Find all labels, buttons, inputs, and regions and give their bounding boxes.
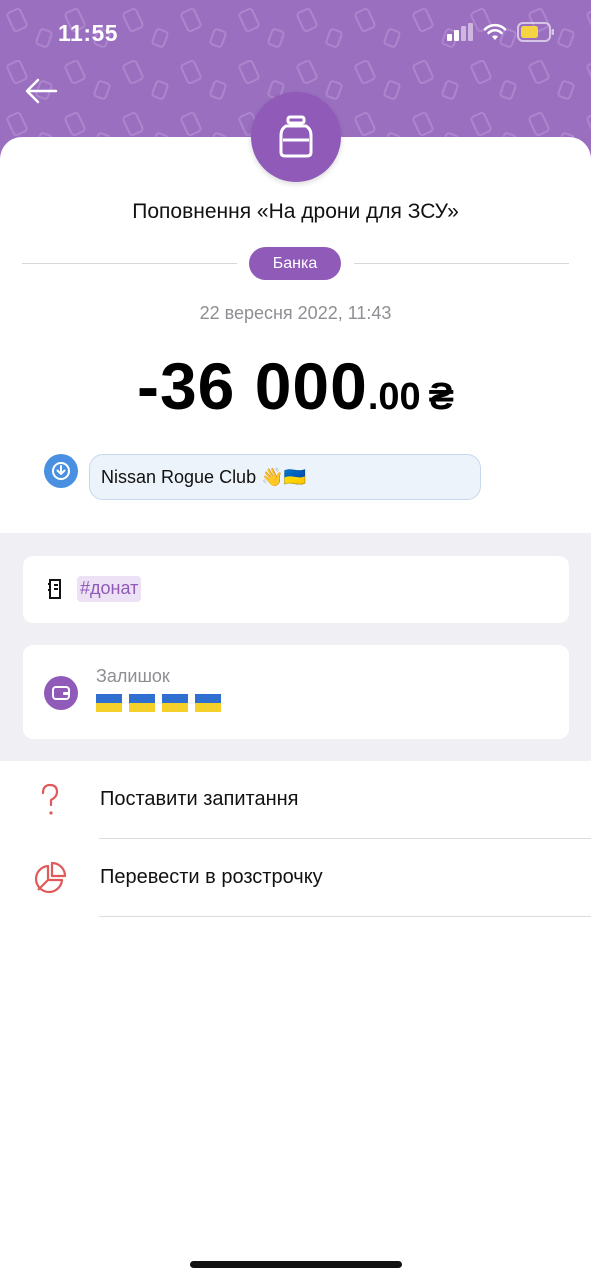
question-icon bbox=[41, 783, 59, 815]
back-button[interactable] bbox=[22, 72, 62, 112]
wallet-icon bbox=[44, 676, 78, 710]
home-indicator[interactable] bbox=[190, 1261, 402, 1268]
amount-integer: -36 000 bbox=[136, 349, 368, 423]
comment-bubble: Nissan Rogue Club 👋🇺🇦 bbox=[89, 454, 481, 500]
tag-card[interactable]: #донат bbox=[23, 556, 569, 623]
arrow-left-icon bbox=[25, 78, 58, 104]
installments-label: Перевести в розстрочку bbox=[100, 866, 323, 888]
balance-value bbox=[96, 694, 221, 712]
currency-symbol: ₴ bbox=[428, 376, 455, 418]
transaction-amount: -36 000.00 ₴ bbox=[0, 348, 591, 424]
flag-ua-icon bbox=[96, 694, 122, 712]
category-avatar bbox=[251, 92, 341, 182]
battery-icon bbox=[517, 22, 554, 42]
balance-label: Залишок bbox=[96, 666, 170, 686]
divider-left bbox=[22, 263, 237, 264]
ask-question-row[interactable]: Поставити запитання bbox=[0, 761, 591, 839]
balance-card: Залишок bbox=[23, 645, 569, 739]
jar-icon bbox=[279, 115, 313, 158]
ask-question-label: Поставити запитання bbox=[100, 788, 299, 810]
comment-icon bbox=[44, 454, 78, 488]
transaction-title: Поповнення «На дрони для ЗСУ» bbox=[132, 200, 459, 223]
download-arrow-icon bbox=[52, 462, 70, 480]
flag-ua-icon bbox=[162, 694, 188, 712]
divider-right bbox=[354, 263, 569, 264]
installments-row[interactable]: Перевести в розстрочку bbox=[0, 839, 591, 917]
status-time: 11:55 bbox=[58, 20, 119, 46]
flag-ua-icon bbox=[195, 694, 221, 712]
signal-icon bbox=[447, 23, 473, 41]
pie-chart-icon bbox=[35, 861, 67, 893]
row-separator bbox=[99, 916, 591, 917]
category-badge[interactable]: Банка bbox=[249, 247, 341, 280]
flag-ua-icon bbox=[129, 694, 155, 712]
note-icon bbox=[48, 579, 61, 599]
status-icons bbox=[447, 22, 555, 42]
transaction-date: 22 вересня 2022, 11:43 bbox=[199, 303, 392, 323]
amount-decimal: .00 bbox=[367, 376, 421, 418]
hashtag[interactable]: #донат bbox=[77, 576, 142, 602]
wifi-icon bbox=[483, 23, 507, 40]
